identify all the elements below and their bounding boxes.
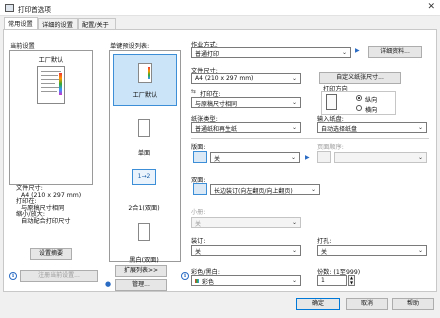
copies-input[interactable]: 1 <box>317 275 347 286</box>
preview-caption: 工厂默认 <box>38 57 64 64</box>
info-icon: i <box>181 272 189 280</box>
tab-panel: 当前设置 工厂默认 文件尺寸: A4 (210 x 297 mm) 打印在: 与… <box>3 29 437 292</box>
color-mode-select[interactable]: 彩色 ⌄ <box>191 275 301 286</box>
chevron-down-icon: ⌄ <box>310 186 316 193</box>
tab-detailed-settings[interactable]: 详细的设置 <box>38 18 78 29</box>
page-order-select[interactable]: ⌄ <box>334 152 427 163</box>
chevron-down-icon: ⌄ <box>341 49 347 56</box>
printer-icon <box>5 4 14 12</box>
chevron-down-icon: ⌄ <box>291 124 297 131</box>
cancel-button[interactable]: 取消 <box>346 298 388 310</box>
landscape-label: 横向 <box>365 107 378 114</box>
favorites-label: 单键预设列表: <box>110 43 150 50</box>
copies-value: 1 <box>321 277 325 284</box>
job-type-value: 普通打印 <box>195 51 220 58</box>
favorite-label: 2合1(双面) <box>128 205 160 212</box>
portrait-page-icon <box>326 94 337 110</box>
favorite-label: 工厂默认 <box>132 92 158 99</box>
layout-page-icon <box>193 151 207 163</box>
favorite-item-bw-duplex[interactable]: 黑白(双面) <box>113 215 177 264</box>
landscape-radio[interactable] <box>356 105 362 111</box>
arrow-right-icon: ▶ <box>305 154 310 161</box>
current-settings-preview: 工厂默认 <box>9 50 93 185</box>
input-tray-value: 自动选择纸盘 <box>321 126 358 133</box>
tab-common-settings[interactable]: 常用设置 <box>4 17 38 29</box>
details-button[interactable]: 详细资料... <box>368 46 422 58</box>
input-tray-select[interactable]: 自动选择纸盘 ⌄ <box>317 122 427 133</box>
tab-configuration-about[interactable]: 配置/关于 <box>78 18 116 29</box>
layout-select[interactable]: 关 ⌄ <box>210 152 300 163</box>
chevron-down-icon: ⌄ <box>291 277 297 284</box>
page-icon <box>138 223 150 241</box>
settings-summary-button[interactable]: 设置摘要 <box>30 248 72 260</box>
register-settings-button[interactable]: 注册当前设置... <box>20 270 98 282</box>
portrait-radio[interactable] <box>356 95 362 101</box>
manage-button[interactable]: 管理... <box>115 279 167 291</box>
chevron-down-icon: ⌄ <box>417 124 423 131</box>
divider <box>191 138 429 139</box>
layout-label: 版面: <box>191 144 206 151</box>
chevron-down-icon: ⌄ <box>291 75 297 82</box>
chevron-down-icon: ⌄ <box>291 219 297 226</box>
custom-paper-size-button[interactable]: 自定义纸张尺寸... <box>319 72 401 84</box>
sync-icon: ⇆ <box>191 88 197 95</box>
duplex-select[interactable]: 长边装订(向左翻页/向上翻页) ⌄ <box>210 184 320 195</box>
document-size-value: A4 (210 x 297 mm) <box>195 75 254 82</box>
layout-value: 关 <box>214 156 221 163</box>
page-icon <box>138 63 152 83</box>
window-title: 打印首选项 <box>18 6 51 14</box>
ok-button[interactable]: 确定 <box>296 298 340 310</box>
color-swatch-icon <box>195 279 199 283</box>
print-on-value: 与原稿尺寸相同 <box>195 101 238 108</box>
title-bar: 打印首选项 ✕ <box>0 0 440 16</box>
chevron-down-icon: ⌄ <box>291 247 297 254</box>
help-button[interactable]: 帮助 <box>392 298 434 310</box>
chevron-down-icon: ⌄ <box>417 154 423 161</box>
favorite-item-factory-default[interactable]: 工厂默认 <box>113 54 177 106</box>
info-icon: i <box>9 272 17 280</box>
punch-label: 打孔: <box>317 238 332 245</box>
page-icon <box>138 119 150 137</box>
chevron-down-icon: ⌄ <box>290 154 296 161</box>
job-type-select[interactable]: 普通打印 ⌄ <box>191 47 351 58</box>
paper-type-value: 普通纸和再生纸 <box>195 126 238 133</box>
summary-line: 自动配合打印尺寸 <box>21 217 71 225</box>
favorite-item-single-sided[interactable]: 单面 <box>113 113 177 159</box>
favorite-item-2in1-duplex[interactable]: 1→2 2合1(双面) <box>113 163 177 212</box>
expand-list-button[interactable]: 扩展列表>> <box>115 265 167 277</box>
duplex-value: 长边装订(向左翻页/向上翻页) <box>214 188 293 195</box>
favorite-label: 单面 <box>137 150 151 157</box>
copies-stepper[interactable]: ▲ ▼ <box>348 275 355 286</box>
close-button[interactable]: ✕ <box>427 2 435 12</box>
two-in-one-icon: 1→2 <box>132 169 156 185</box>
punch-select[interactable]: 关 ⌄ <box>317 245 427 256</box>
user-icon: ● <box>105 280 112 288</box>
portrait-label: 纵向 <box>365 97 378 104</box>
staple-value: 关 <box>195 249 202 256</box>
orientation-group: 纵向 横向 <box>321 91 396 115</box>
paper-type-select[interactable]: 普通纸和再生纸 ⌄ <box>191 122 301 133</box>
arrow-right-icon: ▶ <box>355 47 360 54</box>
document-size-select[interactable]: A4 (210 x 297 mm) ⌄ <box>191 73 301 84</box>
chevron-down-icon: ⌄ <box>417 247 423 254</box>
print-on-select[interactable]: 与原稿尺寸相同 ⌄ <box>191 97 301 108</box>
preview-page-icon <box>37 66 65 104</box>
summary-text: 文件尺寸: A4 (210 x 297 mm) 打印在: 与原稿尺寸相同 缩小/… <box>16 185 81 226</box>
favorites-list[interactable]: 工厂默认 单面 1→2 2合1(双面) 黑白(双面) <box>109 50 181 264</box>
staple-label: 装订: <box>191 238 206 245</box>
staple-select[interactable]: 关 ⌄ <box>191 245 301 256</box>
chevron-down-icon: ⌄ <box>291 99 297 106</box>
punch-value: 关 <box>321 249 328 256</box>
duplex-page-icon <box>193 183 207 195</box>
favorite-label: 黑白(双面) <box>129 257 159 264</box>
booklet-select[interactable]: 关 ⌄ <box>191 217 301 228</box>
booklet-label: 小册: <box>191 209 206 216</box>
page-order-label: 页面顺序: <box>317 144 344 151</box>
current-settings-label: 当前设置 <box>10 43 35 50</box>
booklet-value: 关 <box>195 221 202 228</box>
page-order-icon <box>317 151 331 163</box>
